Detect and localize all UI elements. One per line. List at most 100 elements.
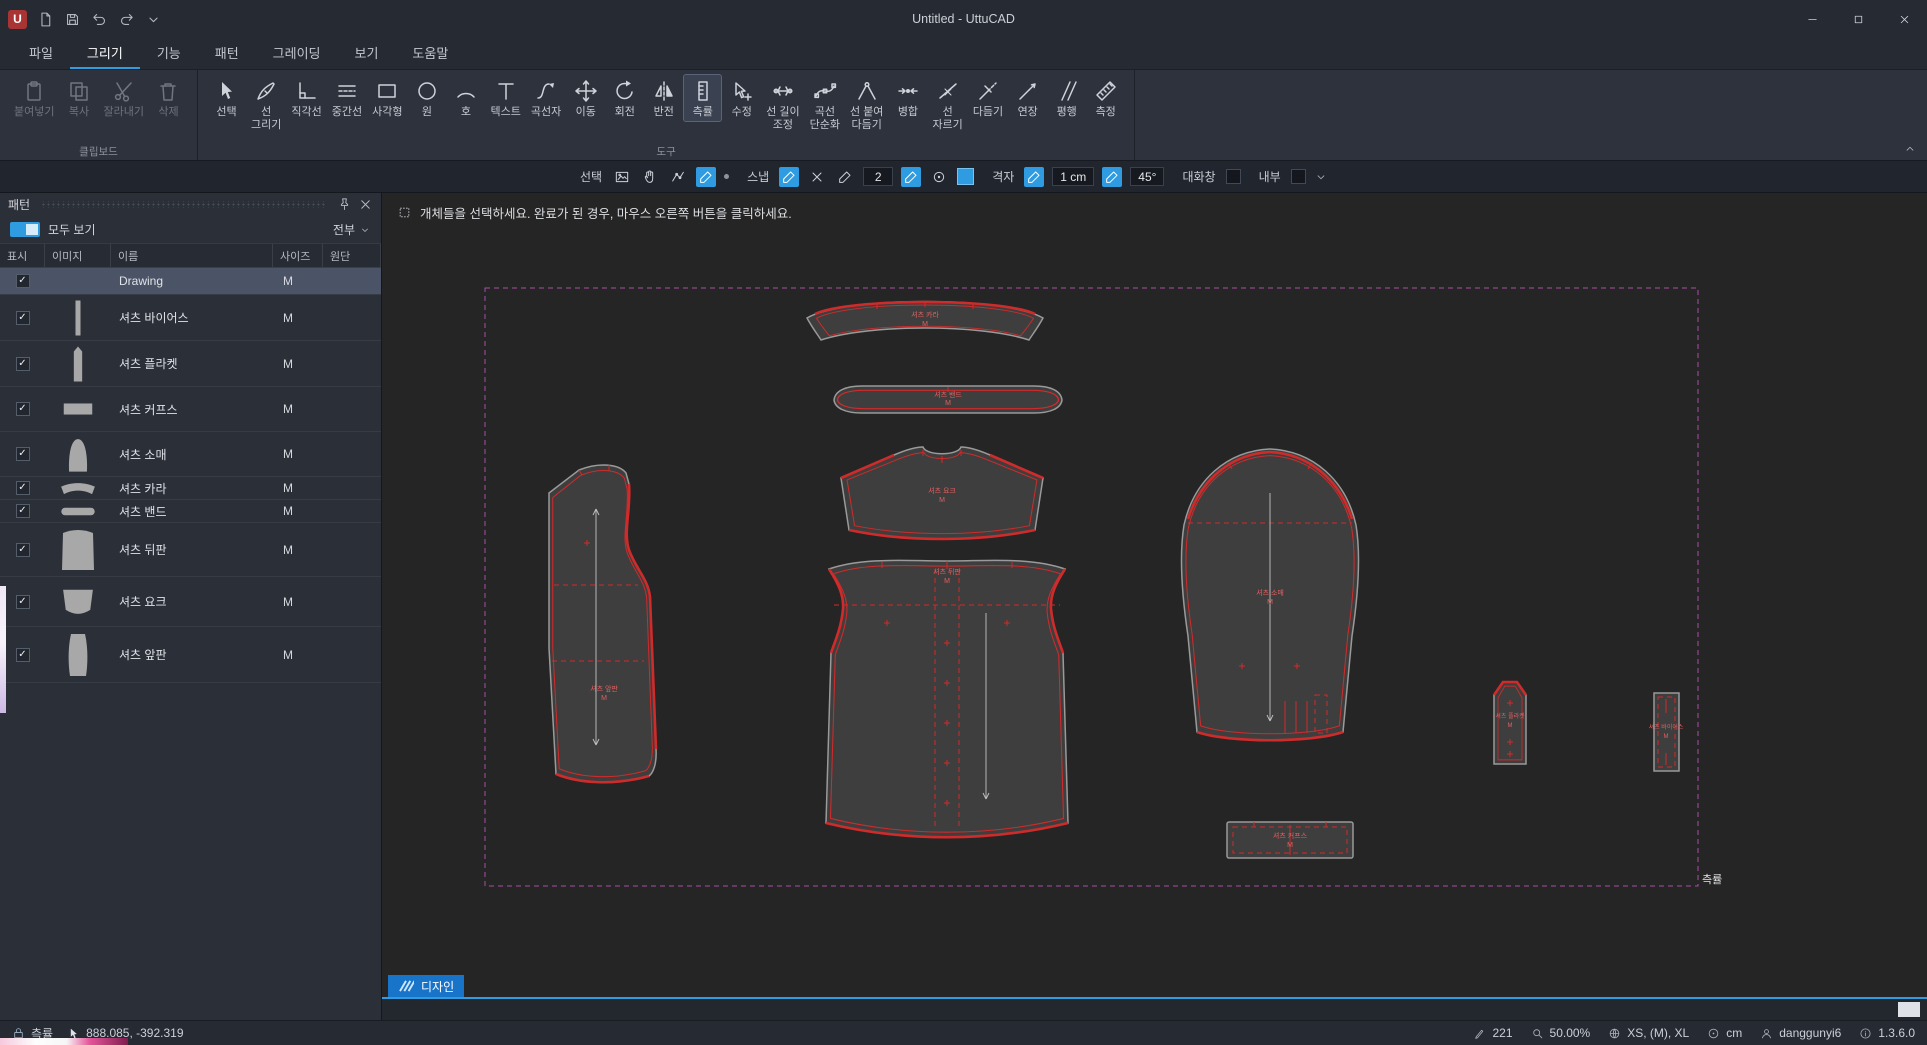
target-icon[interactable] — [929, 167, 949, 187]
redo-icon[interactable] — [118, 11, 135, 28]
pencil-icon[interactable] — [696, 167, 716, 187]
snap-off-icon[interactable] — [807, 167, 827, 187]
tool-button-text[interactable]: 텍스트 — [486, 75, 524, 121]
undo-icon[interactable] — [91, 11, 108, 28]
visibility-checkbox[interactable]: ✓ — [16, 402, 30, 416]
collapse-ribbon-icon[interactable] — [1903, 142, 1917, 156]
pattern-row-cuffs[interactable]: ✓ 셔츠 커프스 M — [0, 387, 381, 432]
menu-item[interactable]: 그리기 — [70, 38, 140, 69]
quickbar-dropdown-icon[interactable] — [145, 11, 162, 28]
tool-button-cutline[interactable]: 선 자르기 — [928, 75, 966, 133]
tool-button-perp[interactable]: 직각선 — [287, 75, 325, 121]
snap-pencil2-icon[interactable] — [901, 167, 921, 187]
filter-dropdown[interactable]: 전부 — [333, 221, 371, 238]
tool-button-move[interactable]: 이동 — [567, 75, 604, 121]
grid-angle-field[interactable]: 45° — [1130, 167, 1164, 186]
pattern-row-none[interactable]: ✓ Drawing M — [0, 268, 381, 295]
scrollbar-corner[interactable] — [1898, 1002, 1920, 1017]
tool-button-rule[interactable]: 측률 — [684, 75, 721, 121]
menu-item[interactable]: 보기 — [338, 38, 396, 69]
tool-button-cut[interactable]: 잘라내기 — [99, 75, 147, 121]
snap-pencil-icon[interactable] — [779, 167, 799, 187]
pattern-row-sleeve[interactable]: ✓ 셔츠 소매 M — [0, 432, 381, 477]
piece-back[interactable]: 셔츠 뒤판 M — [826, 560, 1068, 837]
inner-checkbox[interactable] — [1291, 169, 1306, 184]
menu-item[interactable]: 기능 — [140, 38, 198, 69]
drawing-canvas[interactable]: 개체들을 선택하세요. 완료가 된 경우, 마우스 오른쪽 버튼을 클릭하세요.… — [382, 193, 1927, 1020]
new-file-icon[interactable] — [37, 11, 54, 28]
visibility-checkbox[interactable]: ✓ — [16, 543, 30, 557]
dialog-checkbox[interactable] — [1226, 169, 1241, 184]
pattern-row-collar[interactable]: ✓ 셔츠 카라 M — [0, 477, 381, 500]
image-icon[interactable] — [612, 167, 632, 187]
piece-bias[interactable]: 셔츠 바이어스 M — [1649, 693, 1684, 771]
tool-button-parallel[interactable]: 평행 — [1048, 75, 1085, 121]
unit-selector[interactable]: cm — [1707, 1026, 1742, 1040]
menu-item[interactable]: 그레이딩 — [256, 38, 338, 69]
minimize-button[interactable] — [1789, 0, 1835, 38]
tool-button-del[interactable]: 삭제 — [150, 75, 187, 121]
tool-button-attach[interactable]: 선 붙여 다듬기 — [846, 75, 887, 133]
piece-cuffs[interactable]: 셔츠 커프스 M — [1227, 822, 1353, 858]
menu-item[interactable]: 패턴 — [198, 38, 256, 69]
visibility-checkbox[interactable]: ✓ — [16, 648, 30, 662]
tab-design[interactable]: 디자인 — [388, 975, 464, 997]
visibility-checkbox[interactable]: ✓ — [16, 595, 30, 609]
pattern-row-back[interactable]: ✓ 셔츠 뒤판 M — [0, 523, 381, 577]
visibility-checkbox[interactable]: ✓ — [16, 311, 30, 325]
tool-button-pen[interactable]: 선 그리기 — [247, 75, 285, 133]
piece-sleeve[interactable]: 셔츠 소매 M — [1181, 449, 1358, 740]
grid-pencil-icon[interactable] — [1024, 167, 1044, 187]
tool-button-curveruler[interactable]: 곡선자 — [527, 75, 565, 121]
size-selector[interactable]: XS, (M), XL — [1608, 1026, 1689, 1040]
tool-button-flip[interactable]: 반전 — [645, 75, 682, 121]
tool-button-measure[interactable]: 측정 — [1087, 75, 1124, 121]
tool-button-simplify[interactable]: 곡선 단순화 — [806, 75, 844, 133]
menu-item[interactable]: 파일 — [12, 38, 70, 69]
close-window-button[interactable] — [1881, 0, 1927, 38]
user-account[interactable]: danggunyi6 — [1760, 1026, 1841, 1040]
maximize-button[interactable] — [1835, 0, 1881, 38]
tool-button-select[interactable]: 선택 — [208, 75, 245, 121]
color-swatch[interactable] — [957, 168, 974, 185]
tool-button-merge[interactable]: 병합 — [889, 75, 926, 121]
pattern-row-placket[interactable]: ✓ 셔츠 플라켓 M — [0, 341, 381, 387]
piece-yoke[interactable]: 셔츠 요크 M — [841, 447, 1043, 539]
hand-icon[interactable] — [640, 167, 660, 187]
menu-item[interactable]: 도움말 — [395, 38, 465, 69]
pattern-row-yoke[interactable]: ✓ 셔츠 요크 M — [0, 577, 381, 627]
visibility-checkbox[interactable]: ✓ — [16, 481, 30, 495]
pattern-row-band[interactable]: ✓ 셔츠 밴드 M — [0, 500, 381, 523]
tool-button-paste[interactable]: 붙여넣기 — [10, 75, 58, 121]
pattern-row-bias[interactable]: ✓ 셔츠 바이어스 M — [0, 295, 381, 341]
snap-value-field[interactable]: 2 — [863, 167, 893, 186]
zoom-control[interactable]: 50.00% — [1531, 1026, 1591, 1040]
visibility-checkbox[interactable]: ✓ — [16, 504, 30, 518]
close-panel-icon[interactable] — [358, 197, 373, 212]
tool-button-rotate[interactable]: 회전 — [606, 75, 643, 121]
pattern-row-front[interactable]: ✓ 셔츠 앞판 M — [0, 627, 381, 683]
visibility-checkbox[interactable]: ✓ — [16, 447, 30, 461]
tool-button-modify[interactable]: 수정 — [723, 75, 760, 121]
tool-button-rect[interactable]: 사각형 — [368, 75, 406, 121]
tool-button-copy[interactable]: 복사 — [60, 75, 97, 121]
tool-button-trim[interactable]: 다듬기 — [969, 75, 1007, 121]
visibility-checkbox[interactable]: ✓ — [16, 357, 30, 371]
tool-button-arc[interactable]: 호 — [447, 75, 484, 121]
polyline-icon[interactable] — [668, 167, 688, 187]
tool-button-midline[interactable]: 중간선 — [328, 75, 366, 121]
show-all-toggle[interactable] — [10, 222, 40, 237]
tool-button-extend[interactable]: 연장 — [1009, 75, 1046, 121]
tool-button-linelen[interactable]: 선 길이 조정 — [762, 75, 803, 133]
snap-pencil-gray-icon[interactable] — [835, 167, 855, 187]
piece-band[interactable]: 셔츠 밴드 M — [834, 386, 1062, 413]
visibility-checkbox[interactable]: ✓ — [16, 274, 30, 288]
pin-icon[interactable] — [337, 197, 352, 212]
grid-size-field[interactable]: 1 cm — [1052, 167, 1094, 186]
chevron-down-icon[interactable] — [1314, 170, 1328, 184]
tool-button-circle[interactable]: 원 — [408, 75, 445, 121]
piece-front[interactable]: 셔츠 앞판 M — [549, 465, 656, 782]
piece-collar[interactable]: 셔츠 카라 M — [807, 301, 1043, 340]
save-icon[interactable] — [64, 11, 81, 28]
grid-angle-pencil-icon[interactable] — [1102, 167, 1122, 187]
